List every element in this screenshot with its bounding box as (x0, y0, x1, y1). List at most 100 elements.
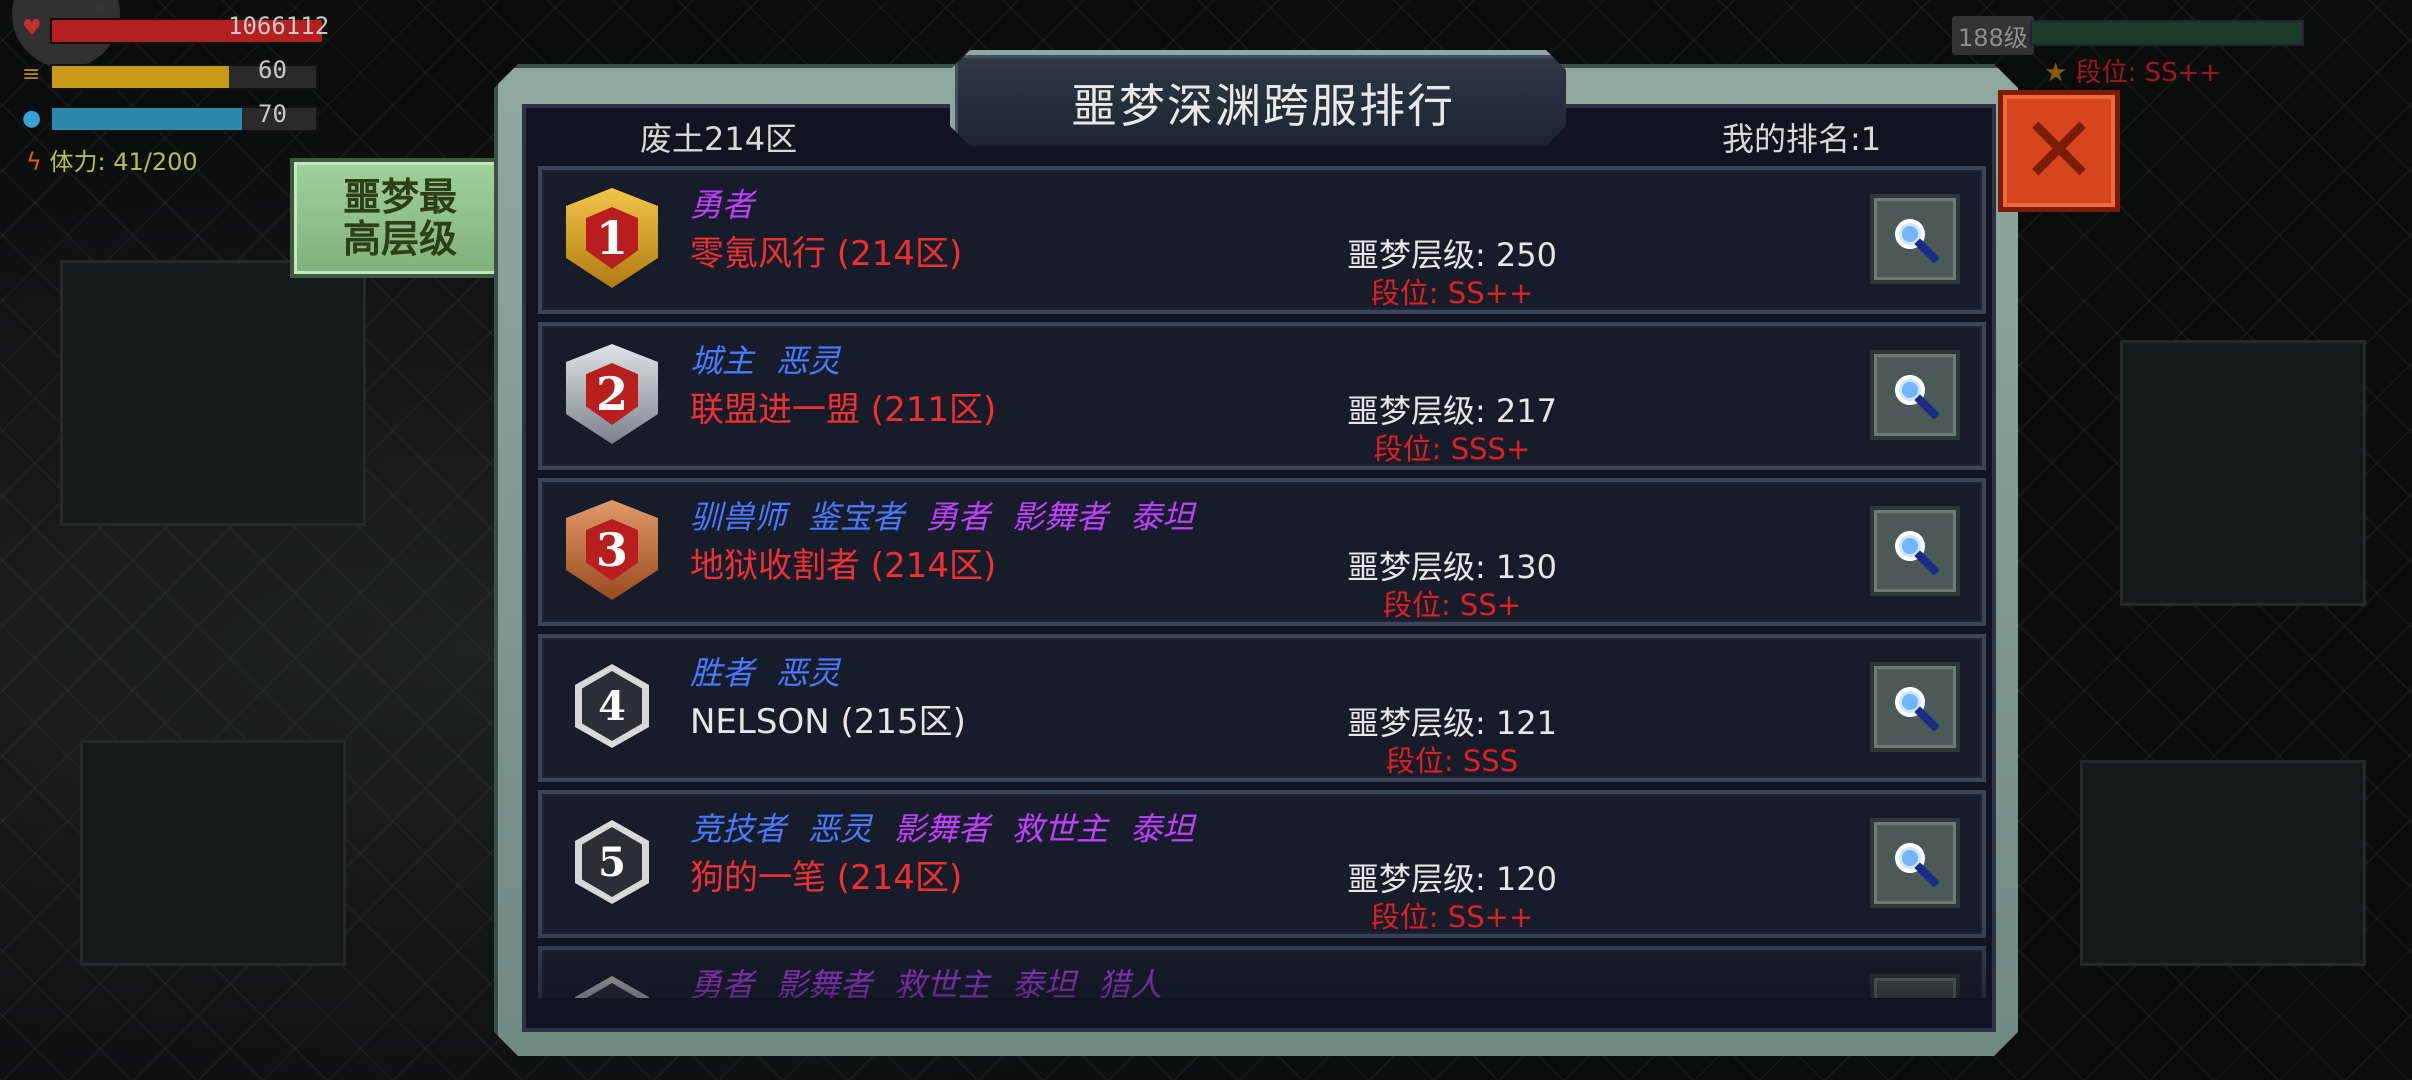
player-title: 影舞者 (776, 966, 873, 998)
player-title: 鉴宝者 (808, 498, 905, 536)
water-drop-icon: ● (22, 106, 42, 131)
inspect-player-button[interactable] (1870, 506, 1960, 596)
ranking-row[interactable]: 2 城主 恶灵 联盟进一盟 (211区) 噩梦层级: 217 段位: SSS+ (538, 322, 1986, 470)
player-titles: 竞技者 恶灵 影舞者 救世主 泰坦 (690, 804, 1216, 850)
player-rank-text: 段位: SS++ (2075, 58, 2222, 88)
rank-badge: 3 (556, 494, 668, 606)
inspect-player-button[interactable] (1870, 350, 1960, 440)
player-title: 泰坦 (1130, 810, 1195, 848)
inspect-player-button[interactable] (1870, 662, 1960, 752)
rank-number: 5 (582, 827, 642, 897)
player-name: 零氪风行 (214区) (690, 234, 963, 274)
close-button[interactable]: ✕ (1998, 90, 2120, 212)
rank-number: 3 (586, 519, 638, 581)
my-rank-label: 我的排名:1 (1722, 120, 1882, 158)
ranking-row[interactable]: 3 驯兽师 鉴宝者 勇者 影舞者 泰坦 地狱收割者 (214区) 噩梦层级: 130 段位: S… (538, 478, 1986, 626)
background-building (2080, 760, 2366, 966)
panel-title-plate: 噩梦深渊跨服排行 (950, 50, 1566, 146)
magnifier-icon (1895, 843, 1940, 888)
ranking-row[interactable]: 6 勇者影舞者救世主泰坦猎人 (538, 946, 1986, 998)
player-title: 救世主 (894, 966, 991, 998)
ranking-row[interactable]: 5 竞技者 恶灵 影舞者 救世主 泰坦 狗的一笔 (214区) 噩梦层级: 120 段位: SS… (538, 790, 1986, 938)
inspect-player-button[interactable] (1870, 194, 1960, 284)
tab-label: 噩梦最高层级 (342, 175, 457, 261)
player-title: 泰坦 (1130, 498, 1195, 536)
stamina-text: 体力: 41/200 (49, 148, 198, 176)
rank-shield-icon: 2 (566, 344, 658, 444)
heart-icon: ♥ (22, 16, 42, 41)
ranking-row[interactable]: 4 胜者 恶灵 NELSON (215区) 噩梦层级: 121 段位: SSS (538, 634, 1986, 782)
background-building (2120, 340, 2366, 606)
energy-value: 60 (258, 56, 287, 84)
rank-shield-icon: 1 (566, 188, 658, 288)
panel-title: 噩梦深渊跨服排行 (1071, 79, 1455, 133)
food-icon: ≡ (22, 62, 41, 87)
rank-number: 4 (582, 671, 642, 741)
rank-badge: 5 (556, 806, 668, 918)
background-building (80, 740, 346, 966)
rank-hex-icon: 6 (575, 976, 649, 998)
player-title: 影舞者 (1012, 498, 1109, 536)
player-titles: 胜者 恶灵 (690, 648, 862, 694)
rank-number: 1 (586, 207, 638, 269)
rank-number: 2 (586, 363, 638, 425)
player-title: 城主 (690, 342, 755, 380)
xp-bar (2030, 20, 2304, 46)
tier-label: 段位: SSS (1385, 744, 1519, 778)
player-rank: ★ 段位: SS++ (2044, 52, 2221, 89)
stamina-indicator: ϟ 体力: 41/200 (26, 142, 198, 177)
magnifier-icon (1889, 993, 1941, 998)
inspect-player-button[interactable] (1870, 818, 1960, 908)
tab-nightmare-highest-floor[interactable]: 噩梦最高层级 (290, 158, 510, 278)
player-title: 竞技者 (690, 810, 787, 848)
player-name: 狗的一笔 (214区) (690, 858, 963, 898)
background-building (60, 260, 366, 526)
player-title: 影舞者 (894, 810, 991, 848)
magnifier-icon (1895, 687, 1940, 732)
inspect-player-button[interactable] (1870, 974, 1960, 998)
player-title: 胜者 (690, 654, 755, 692)
tier-label: 段位: SSS+ (1373, 432, 1531, 466)
player-name: 联盟进一盟 (211区) (690, 390, 997, 430)
player-titles: 勇者 (690, 180, 776, 226)
tier-label: 段位: SS++ (1370, 900, 1534, 934)
rank-number: 6 (582, 983, 642, 998)
magnifier-icon (1895, 219, 1940, 264)
player-title: 勇者 (690, 186, 755, 224)
rank-shield-icon: 3 (566, 500, 658, 600)
magnifier-icon (1895, 375, 1940, 420)
player-title: 恶灵 (776, 654, 841, 692)
player-title: 恶灵 (808, 810, 873, 848)
player-titles: 城主 恶灵 (690, 336, 862, 382)
player-name: 地狱收割者 (214区) (690, 546, 997, 586)
rank-hex-icon: 4 (575, 664, 649, 748)
energy-bar-fill (52, 66, 229, 88)
ranking-list[interactable]: 1 勇者 零氪风行 (214区) 噩梦层级: 250 段位: SS++ 2 城主 恶灵 联盟进一… (538, 166, 1986, 998)
tier-label: 段位: SS+ (1382, 588, 1522, 622)
player-title: 猎人 (1098, 966, 1163, 998)
player-titles: 驯兽师 鉴宝者 勇者 影舞者 泰坦 (690, 492, 1216, 538)
rank-badge: 2 (556, 338, 668, 450)
player-titles: 勇者 影舞者 救世主 泰坦 猎人 (690, 960, 1184, 998)
rank-badge: 4 (556, 650, 668, 762)
tier-label: 段位: SS++ (1370, 276, 1534, 310)
rank-badge: 1 (556, 182, 668, 294)
player-title: 勇者 (926, 498, 991, 536)
star-icon: ★ (2044, 58, 2068, 88)
ranking-row[interactable]: 1 勇者 零氪风行 (214区) 噩梦层级: 250 段位: SS++ (538, 166, 1986, 314)
lightning-icon: ϟ (26, 148, 42, 176)
player-title: 勇者 (690, 966, 755, 998)
player-title: 救世主 (1012, 810, 1109, 848)
hp-value: 1066112 (228, 12, 330, 40)
magnifier-icon (1895, 531, 1940, 576)
player-title: 恶灵 (776, 342, 841, 380)
player-level: 188级 (1952, 16, 2034, 55)
player-name: NELSON (215区) (690, 702, 966, 742)
water-bar-fill (52, 108, 243, 130)
water-value: 70 (258, 100, 287, 128)
zone-label: 废土214区 (640, 120, 798, 158)
player-title: 泰坦 (1012, 966, 1077, 998)
rank-hex-icon: 5 (575, 820, 649, 904)
close-icon: ✕ (2020, 97, 2098, 204)
rank-badge: 6 (556, 962, 668, 998)
